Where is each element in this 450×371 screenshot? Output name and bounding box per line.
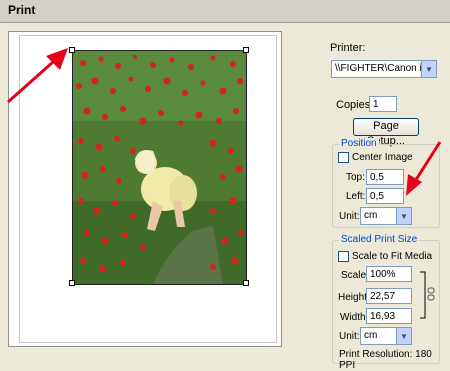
top-label: Top: — [346, 172, 365, 183]
position-unit-select[interactable]: cm ▼ — [360, 207, 412, 225]
position-unit-value: cm — [364, 210, 378, 221]
printer-label: Printer: — [330, 42, 366, 54]
annotation-arrow-right — [406, 141, 442, 196]
scaled-group-title: Scaled Print Size — [339, 234, 420, 245]
chevron-down-icon: ▼ — [396, 328, 411, 344]
chevron-down-icon: ▼ — [421, 61, 436, 77]
position-unit-label: Unit: — [339, 211, 360, 222]
center-image-checkbox[interactable] — [338, 152, 349, 163]
corner-handle-bottom-left[interactable] — [69, 280, 75, 286]
height-label: Height: — [338, 292, 370, 303]
scaled-unit-select[interactable]: cm ▼ — [360, 327, 412, 345]
preview-image[interactable] — [72, 50, 247, 285]
corner-handle-top-right[interactable] — [243, 47, 249, 53]
scale-to-fit-label: Scale to Fit Media — [352, 251, 433, 262]
annotation-arrow-left — [7, 48, 68, 104]
page-setup-button[interactable]: Page Setup... — [353, 118, 419, 147]
left-label: Left: — [346, 191, 366, 202]
height-input[interactable]: 22,57 — [366, 288, 412, 304]
copies-input[interactable]: 1 — [369, 96, 397, 112]
scale-to-fit-checkbox[interactable] — [338, 251, 349, 262]
width-input[interactable]: 16,93 — [366, 308, 412, 324]
print-resolution: Print Resolution: 180 PPI — [339, 349, 432, 371]
width-label: Width: — [340, 312, 369, 323]
scale-label: Scale: — [341, 270, 369, 281]
title-bar: Print — [0, 0, 450, 23]
copies-label: Copies: — [336, 99, 374, 111]
link-bracket-icon — [420, 271, 435, 319]
position-group-title: Position — [339, 138, 379, 149]
chevron-down-icon: ▼ — [396, 208, 411, 224]
window-title: Print — [8, 3, 36, 17]
corner-handle-bottom-right[interactable] — [243, 280, 249, 286]
scaled-unit-value: cm — [364, 330, 378, 341]
scaled-unit-label: Unit: — [339, 331, 360, 342]
printer-select[interactable]: \\FIGHTER\Canon iP... ▼ — [331, 60, 437, 78]
scale-input[interactable]: 100% — [366, 266, 412, 282]
